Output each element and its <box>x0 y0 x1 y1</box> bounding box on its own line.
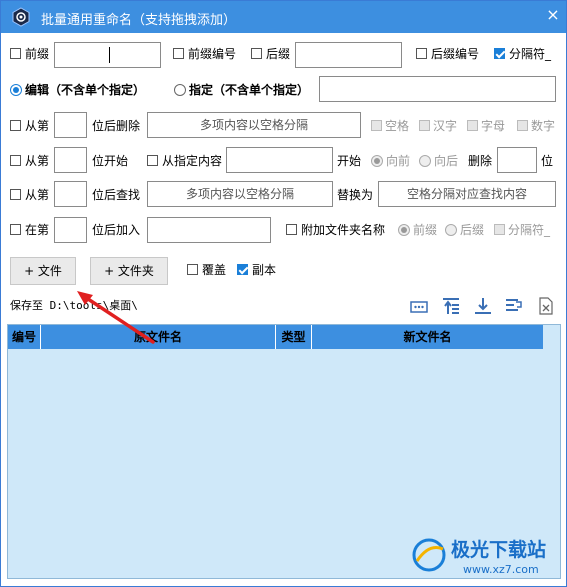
space-label: 空格 <box>385 119 410 133</box>
specify-input[interactable] <box>319 76 556 102</box>
clear-file-icon[interactable] <box>536 296 556 316</box>
specify-label: 指定（不含单个指定） <box>189 83 310 97</box>
col-type[interactable]: 类型 <box>276 325 312 349</box>
overwrite-label: 覆盖 <box>202 263 227 277</box>
replace-label: 替换为 <box>337 188 374 202</box>
app-window: 批量通用重命名（支持拖拽添加） × 前缀 前缀编号 后缀 后缀编号 分隔符_ 编… <box>0 0 567 587</box>
start-label: 位开始 <box>92 154 129 168</box>
folder-separator-checkbox[interactable] <box>494 224 505 235</box>
move-bottom-icon[interactable] <box>473 296 493 316</box>
letter-checkbox[interactable] <box>467 120 478 131</box>
edit-radio[interactable] <box>10 84 22 96</box>
forward-radio[interactable] <box>371 155 383 167</box>
list-edit-icon[interactable] <box>504 296 524 316</box>
folder-name-checkbox[interactable] <box>286 224 297 235</box>
annotation-arrow-icon <box>77 291 155 344</box>
after-add-label: 位后加入 <box>92 223 141 237</box>
copy-label: 副本 <box>252 263 277 277</box>
folder-name-label: 附加文件夹名称 <box>301 223 386 237</box>
add-file-button[interactable]: + 文件 <box>10 257 76 285</box>
hanzi-label: 汉字 <box>433 119 458 133</box>
close-button[interactable]: × <box>543 5 563 25</box>
suffix-number-checkbox[interactable] <box>416 48 427 59</box>
separator-label: 分隔符_ <box>509 47 552 61</box>
find-from-label: 从第 <box>25 188 50 202</box>
start-checkbox[interactable] <box>10 155 21 166</box>
suffix-checkbox[interactable] <box>251 48 262 59</box>
suffix-input[interactable] <box>295 42 402 68</box>
folder-separator-label: 分隔符_ <box>508 223 551 237</box>
copy-checkbox[interactable] <box>237 264 248 275</box>
prefix-checkbox[interactable] <box>10 48 21 59</box>
separator-checkbox[interactable] <box>494 48 505 59</box>
insert-content-input[interactable] <box>147 217 271 243</box>
from-content-input[interactable] <box>226 147 333 173</box>
after-delete-label: 位后删除 <box>92 119 141 133</box>
find-position-input[interactable] <box>54 181 87 207</box>
col-index[interactable]: 编号 <box>8 325 41 349</box>
backward-radio[interactable] <box>419 155 431 167</box>
watermark-url: www.xz7.com <box>463 563 539 576</box>
delete-content-input[interactable]: 多项内容以空格分隔 <box>147 112 361 138</box>
delete-from-label: 从第 <box>25 119 50 133</box>
start2-label: 开始 <box>337 154 362 168</box>
forward-label: 向前 <box>386 154 411 168</box>
suffix-number-label: 后缀编号 <box>431 47 480 61</box>
folder-prefix-radio[interactable] <box>398 224 410 236</box>
insert-checkbox[interactable] <box>10 224 21 235</box>
start-from-label: 从第 <box>25 154 50 168</box>
replace-input[interactable]: 空格分隔对应查找内容 <box>378 181 556 207</box>
specify-radio[interactable] <box>174 84 186 96</box>
folder-suffix-label: 后缀 <box>460 223 485 237</box>
hanzi-checkbox[interactable] <box>419 120 430 131</box>
ellipsis-icon[interactable] <box>409 297 429 317</box>
watermark-logo-icon <box>412 538 446 572</box>
title-bar: 批量通用重命名（支持拖拽添加） × <box>1 1 566 33</box>
unit-label: 位 <box>541 154 554 168</box>
add-folder-button[interactable]: + 文件夹 <box>90 257 168 285</box>
digit-label: 数字 <box>531 119 556 133</box>
folder-suffix-radio[interactable] <box>445 224 457 236</box>
folder-prefix-label: 前缀 <box>413 223 438 237</box>
insert-position-input[interactable] <box>54 217 87 243</box>
prefix-label: 前缀 <box>25 47 50 61</box>
prefix-number-checkbox[interactable] <box>173 48 184 59</box>
insert-at-label: 在第 <box>25 223 50 237</box>
backward-label: 向后 <box>434 154 459 168</box>
letter-label: 字母 <box>481 119 506 133</box>
delete-count-input[interactable] <box>497 147 537 173</box>
from-content-checkbox[interactable] <box>147 155 158 166</box>
find-checkbox[interactable] <box>10 189 21 200</box>
window-title: 批量通用重命名（支持拖拽添加） <box>41 13 237 28</box>
app-logo-icon <box>12 7 30 27</box>
delete-count-label: 删除 <box>468 154 493 168</box>
find-content-input[interactable]: 多项内容以空格分隔 <box>147 181 333 207</box>
move-top-icon[interactable] <box>441 296 461 316</box>
space-checkbox[interactable] <box>371 120 382 131</box>
overwrite-checkbox[interactable] <box>187 264 198 275</box>
delete-checkbox[interactable] <box>10 120 21 131</box>
suffix-label: 后缀 <box>266 47 291 61</box>
col-new-name[interactable]: 新文件名 <box>312 325 543 349</box>
watermark: 极光下载站 www.xz7.com <box>411 535 561 579</box>
after-find-label: 位后查找 <box>92 188 141 202</box>
digit-checkbox[interactable] <box>517 120 528 131</box>
start-position-input[interactable] <box>54 147 87 173</box>
delete-position-input[interactable] <box>54 112 87 138</box>
prefix-input[interactable] <box>54 42 161 68</box>
edit-label: 编辑（不含单个指定） <box>25 83 146 97</box>
prefix-number-label: 前缀编号 <box>188 47 237 61</box>
from-content-label: 从指定内容 <box>162 154 223 168</box>
watermark-title: 极光下载站 <box>451 539 547 561</box>
